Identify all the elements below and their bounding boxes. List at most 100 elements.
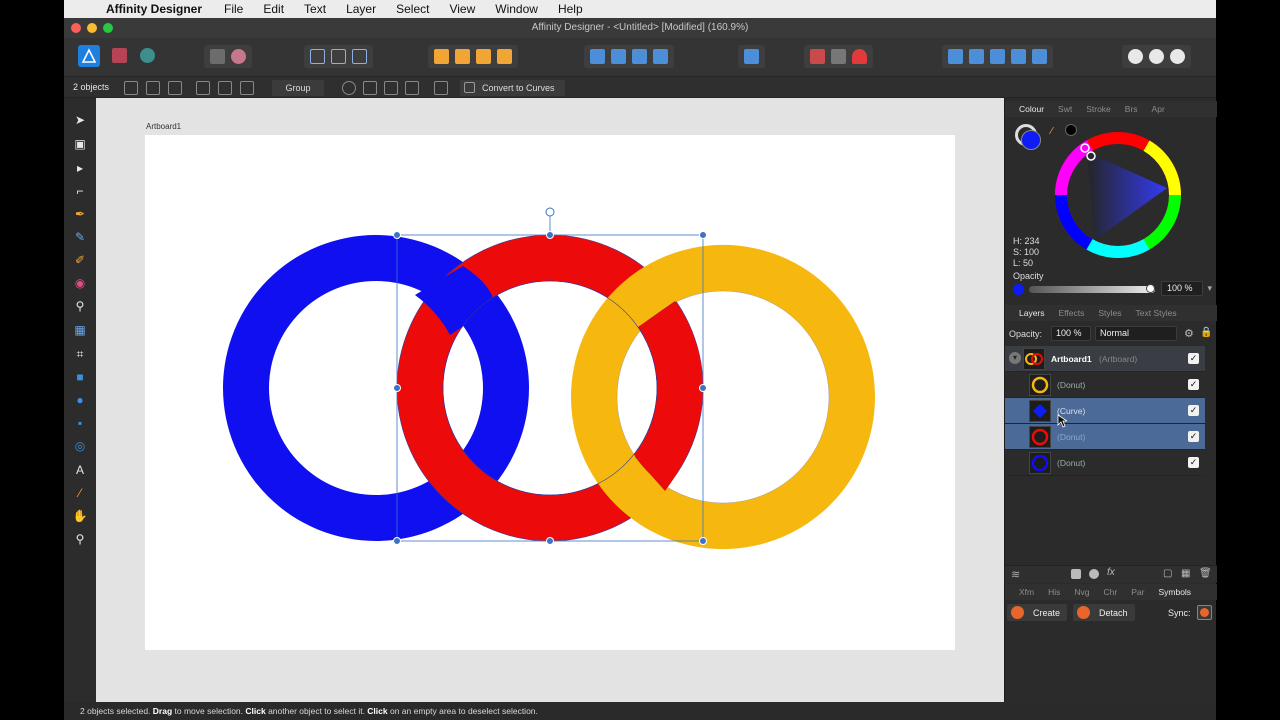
expand-chevron-icon[interactable]: ▾ — [1009, 352, 1021, 364]
select-same-icon[interactable] — [331, 49, 346, 64]
add-icon[interactable] — [948, 49, 963, 64]
minimize-window-button[interactable] — [87, 23, 97, 33]
move-back-one-icon[interactable] — [455, 49, 470, 64]
vector-brush-tool-icon[interactable]: ✐ — [72, 252, 88, 268]
add-layer-icon[interactable]: ▢ — [1163, 568, 1172, 579]
zoom-window-button[interactable] — [103, 23, 113, 33]
flip-vertical-icon[interactable] — [611, 49, 626, 64]
transparency-tool-icon[interactable]: ⚲ — [72, 298, 88, 314]
adjustment-icon[interactable] — [1089, 569, 1099, 579]
crop-tool-icon[interactable]: ⌗ — [72, 346, 88, 362]
trash-icon[interactable]: 🗑 — [1199, 568, 1212, 579]
align-center-icon[interactable] — [146, 81, 160, 95]
subtract-circle-icon[interactable] — [1149, 49, 1164, 64]
tab-history[interactable]: His — [1048, 587, 1060, 597]
menu-help[interactable]: Help — [558, 2, 583, 16]
rotate-right-icon[interactable] — [653, 49, 668, 64]
opacity-slider-knob[interactable] — [1146, 284, 1155, 293]
combine-circle-icon[interactable] — [1170, 49, 1185, 64]
tab-swatches[interactable]: Swt — [1058, 104, 1072, 114]
snapping-magnet-icon[interactable] — [852, 49, 867, 64]
move-to-back-icon[interactable] — [434, 49, 449, 64]
menu-window[interactable]: Window — [495, 2, 538, 16]
snap-options-icon[interactable] — [831, 49, 846, 64]
xor-icon[interactable] — [1011, 49, 1026, 64]
fx-icon[interactable]: fx — [1107, 567, 1115, 578]
rectangle-tool-icon[interactable]: ■ — [72, 369, 88, 385]
align-top-icon[interactable] — [196, 81, 210, 95]
tab-appearance[interactable]: Apr — [1152, 104, 1165, 114]
tab-layers[interactable]: Layers — [1019, 308, 1045, 318]
union-circle-icon[interactable] — [1128, 49, 1143, 64]
rotate-left-icon[interactable] — [632, 49, 647, 64]
resize-handle-right[interactable] — [699, 384, 707, 392]
layer-row-1[interactable]: (Donut) ✓ — [1005, 372, 1205, 398]
grid-icon[interactable] — [810, 49, 825, 64]
layer-1-visibility-checkbox[interactable]: ✓ — [1188, 379, 1199, 390]
select-all-icon[interactable] — [310, 49, 325, 64]
align-right-icon[interactable] — [168, 81, 182, 95]
pixel-persona-icon[interactable] — [112, 48, 127, 63]
create-symbol-button[interactable]: Create — [1007, 604, 1067, 621]
resize-handle-bottom-right[interactable] — [699, 537, 707, 545]
zoom-tool-icon[interactable]: ⚲ — [72, 531, 88, 547]
colour-opacity-field[interactable]: 100 % ▾ — [1161, 281, 1212, 296]
divide-icon[interactable] — [1032, 49, 1047, 64]
tab-effects[interactable]: Effects — [1059, 308, 1085, 318]
tab-colour[interactable]: Colour — [1019, 104, 1044, 114]
menu-file[interactable]: File — [224, 2, 243, 16]
export-persona-icon[interactable] — [140, 48, 155, 63]
intersect-icon[interactable] — [990, 49, 1005, 64]
subtract-icon[interactable] — [969, 49, 984, 64]
move-tool-icon[interactable]: ➤ — [72, 112, 88, 128]
gear-icon[interactable]: ⚙ — [1184, 327, 1194, 340]
layer-row-artboard[interactable]: ▾ Artboard1 (Artboard) ✓ — [1005, 346, 1205, 372]
tab-styles[interactable]: Styles — [1098, 308, 1121, 318]
transform-mode-icon[interactable] — [384, 81, 398, 95]
align-icon[interactable] — [744, 49, 759, 64]
fill-edit-icon[interactable] — [231, 49, 246, 64]
resize-handle-top[interactable] — [546, 231, 554, 239]
align-left-icon[interactable] — [124, 81, 138, 95]
app-menu[interactable]: Affinity Designer — [106, 2, 202, 16]
move-to-front-icon[interactable] — [497, 49, 512, 64]
show-selection-box-icon[interactable] — [363, 81, 377, 95]
node-tool-icon[interactable]: ▸ — [72, 160, 88, 176]
artboard-visibility-checkbox[interactable]: ✓ — [1188, 353, 1199, 364]
menu-edit[interactable]: Edit — [263, 2, 284, 16]
yellow-donut[interactable] — [571, 244, 876, 550]
menu-layer[interactable]: Layer — [346, 2, 376, 16]
resize-handle-top-left[interactable] — [393, 231, 401, 239]
resize-handle-left[interactable] — [393, 384, 401, 392]
text-tool-icon[interactable]: A — [72, 462, 88, 478]
corner-tool-icon[interactable]: ⌐ — [72, 183, 88, 199]
tab-brushes[interactable]: Brs — [1125, 104, 1138, 114]
artboard[interactable] — [145, 135, 955, 650]
layer-opacity-field[interactable]: 100 % — [1051, 326, 1091, 341]
menu-select[interactable]: Select — [396, 2, 429, 16]
rounded-rectangle-tool-icon[interactable]: ▪ — [72, 415, 88, 431]
detach-symbol-button[interactable]: Detach — [1073, 604, 1135, 621]
mask-icon[interactable] — [1071, 569, 1081, 579]
flip-horizontal-icon[interactable] — [590, 49, 605, 64]
close-window-button[interactable] — [71, 23, 81, 33]
menu-text[interactable]: Text — [304, 2, 326, 16]
resize-handle-bottom[interactable] — [546, 537, 554, 545]
lock-icon[interactable]: 🔒 — [1200, 327, 1212, 338]
rotation-handle[interactable] — [545, 207, 555, 217]
tab-text-styles[interactable]: Text Styles — [1136, 308, 1177, 318]
colour-wheel[interactable] — [1055, 132, 1181, 258]
tab-paragraph[interactable]: Par — [1131, 587, 1144, 597]
artboard-tool-icon[interactable]: ▣ — [72, 136, 88, 152]
sync-toggle[interactable] — [1197, 605, 1212, 620]
layer-row-4[interactable]: (Donut) ✓ — [1005, 450, 1205, 476]
fill-color-swatch[interactable] — [1021, 130, 1041, 150]
tab-symbols[interactable]: Symbols — [1158, 587, 1191, 597]
fill-tool-icon[interactable]: ◉ — [72, 275, 88, 291]
color-picker-tool-icon[interactable]: ⁄ — [72, 485, 88, 501]
transform-origin-icon[interactable] — [342, 81, 356, 95]
chevron-down-icon[interactable]: ▾ — [1207, 282, 1212, 295]
resize-handle-top-right[interactable] — [699, 231, 707, 239]
canvas-area[interactable]: Artboard1 — [96, 98, 1004, 702]
tab-character[interactable]: Chr — [1104, 587, 1118, 597]
